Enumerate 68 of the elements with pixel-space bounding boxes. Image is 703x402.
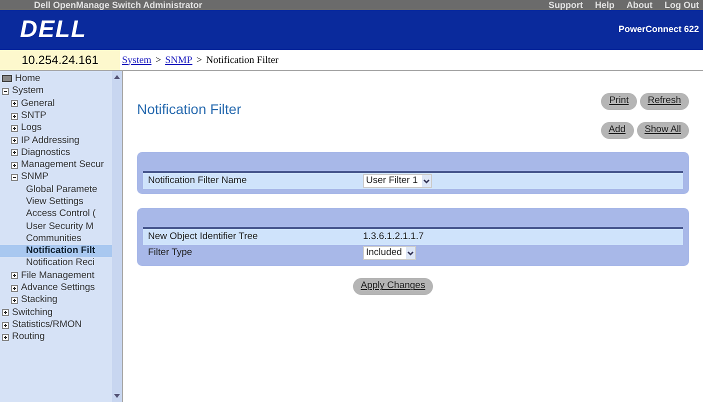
field-label: Filter Type xyxy=(148,246,194,260)
tree-item[interactable]: File Management xyxy=(21,268,94,284)
breadcrumb-link[interactable]: System xyxy=(122,52,152,68)
breadcrumb-current: Notification Filter xyxy=(206,54,278,68)
tree-item[interactable]: SNTP xyxy=(21,108,46,124)
field-value: 1.3.6.1.2.1.1.7 xyxy=(363,230,424,244)
top-link[interactable]: About xyxy=(626,1,652,10)
field-label: New Object Identifier Tree xyxy=(148,230,259,244)
expand-icon[interactable] xyxy=(11,124,18,132)
product-name: PowerConnect 622 xyxy=(618,23,699,36)
scrollbar[interactable] xyxy=(112,71,122,402)
tree-item[interactable]: View Settings xyxy=(26,195,84,210)
action-button[interactable]: Show All xyxy=(636,122,689,139)
app-title: Dell OpenManage Switch Administrator xyxy=(34,1,202,10)
dropdown-value: User Filter 1 xyxy=(366,174,418,188)
expand-icon[interactable] xyxy=(11,284,18,292)
top-link[interactable]: Help xyxy=(594,1,614,10)
collapse-icon[interactable] xyxy=(11,174,18,182)
tree-item[interactable]: IP Addressing xyxy=(21,134,80,148)
expand-icon[interactable] xyxy=(11,149,18,156)
breadcrumb-link[interactable]: SNMP xyxy=(165,52,192,68)
apply-changes-button[interactable]: Apply Changes xyxy=(352,278,434,295)
tree-item[interactable]: Global Paramete xyxy=(26,182,98,197)
tree-item[interactable]: Notification Reci xyxy=(26,256,95,271)
expand-icon[interactable] xyxy=(11,272,18,280)
scroll-up-icon[interactable] xyxy=(114,75,120,79)
expand-icon[interactable] xyxy=(2,322,9,329)
breadcrumb-separator: > xyxy=(155,54,162,68)
tree-item[interactable]: Home xyxy=(15,72,40,86)
dropdown-value: Included xyxy=(366,246,402,260)
tree-item[interactable]: Stacking xyxy=(21,293,58,308)
tree-item[interactable]: Logs xyxy=(21,121,42,136)
expand-icon[interactable] xyxy=(11,162,18,169)
tree-item[interactable]: Switching xyxy=(12,306,53,320)
tree-item[interactable]: SNMP xyxy=(21,170,48,185)
tree-item[interactable]: System xyxy=(12,84,44,99)
expand-icon[interactable] xyxy=(11,100,18,108)
action-button[interactable]: Add xyxy=(600,122,634,139)
tree-item[interactable]: Diagnostics xyxy=(21,146,70,160)
tree-item[interactable]: Access Control ( xyxy=(26,207,96,222)
scroll-down-icon[interactable] xyxy=(114,394,120,398)
top-link[interactable]: Support xyxy=(548,1,583,10)
chevron-icon[interactable] xyxy=(406,247,415,259)
dropdown[interactable]: User Filter 1 xyxy=(363,174,432,188)
expand-icon[interactable] xyxy=(11,112,18,120)
field-label: Notification Filter Name xyxy=(148,174,248,188)
tree-item[interactable]: General xyxy=(21,96,55,111)
breadcrumb-separator: > xyxy=(196,54,202,68)
ip-address: 10.254.24.161 xyxy=(0,50,120,70)
page-title: Notification Filter xyxy=(137,100,242,119)
monitor-icon[interactable] xyxy=(2,75,12,84)
expand-icon[interactable] xyxy=(2,334,9,341)
dell-logo: DELL xyxy=(20,15,87,45)
top-link[interactable]: Log Out xyxy=(664,1,699,10)
collapse-icon[interactable] xyxy=(2,88,9,95)
tree-item[interactable]: Statistics/RMON xyxy=(12,318,82,332)
tree-item[interactable]: Communities xyxy=(26,232,82,246)
expand-icon[interactable] xyxy=(2,309,9,316)
tree-item[interactable]: Routing xyxy=(12,330,45,345)
expand-icon[interactable] xyxy=(11,137,18,144)
dropdown[interactable]: Included xyxy=(363,246,416,260)
tree-item[interactable]: User Security M xyxy=(26,220,94,234)
tree-item[interactable]: Management Secur xyxy=(21,158,104,172)
action-button[interactable]: Refresh xyxy=(640,93,689,110)
action-button[interactable]: Print xyxy=(601,93,637,110)
tree-item[interactable]: Advance Settings xyxy=(21,281,95,296)
expand-icon[interactable] xyxy=(11,296,18,304)
chevron-icon[interactable] xyxy=(422,175,431,187)
